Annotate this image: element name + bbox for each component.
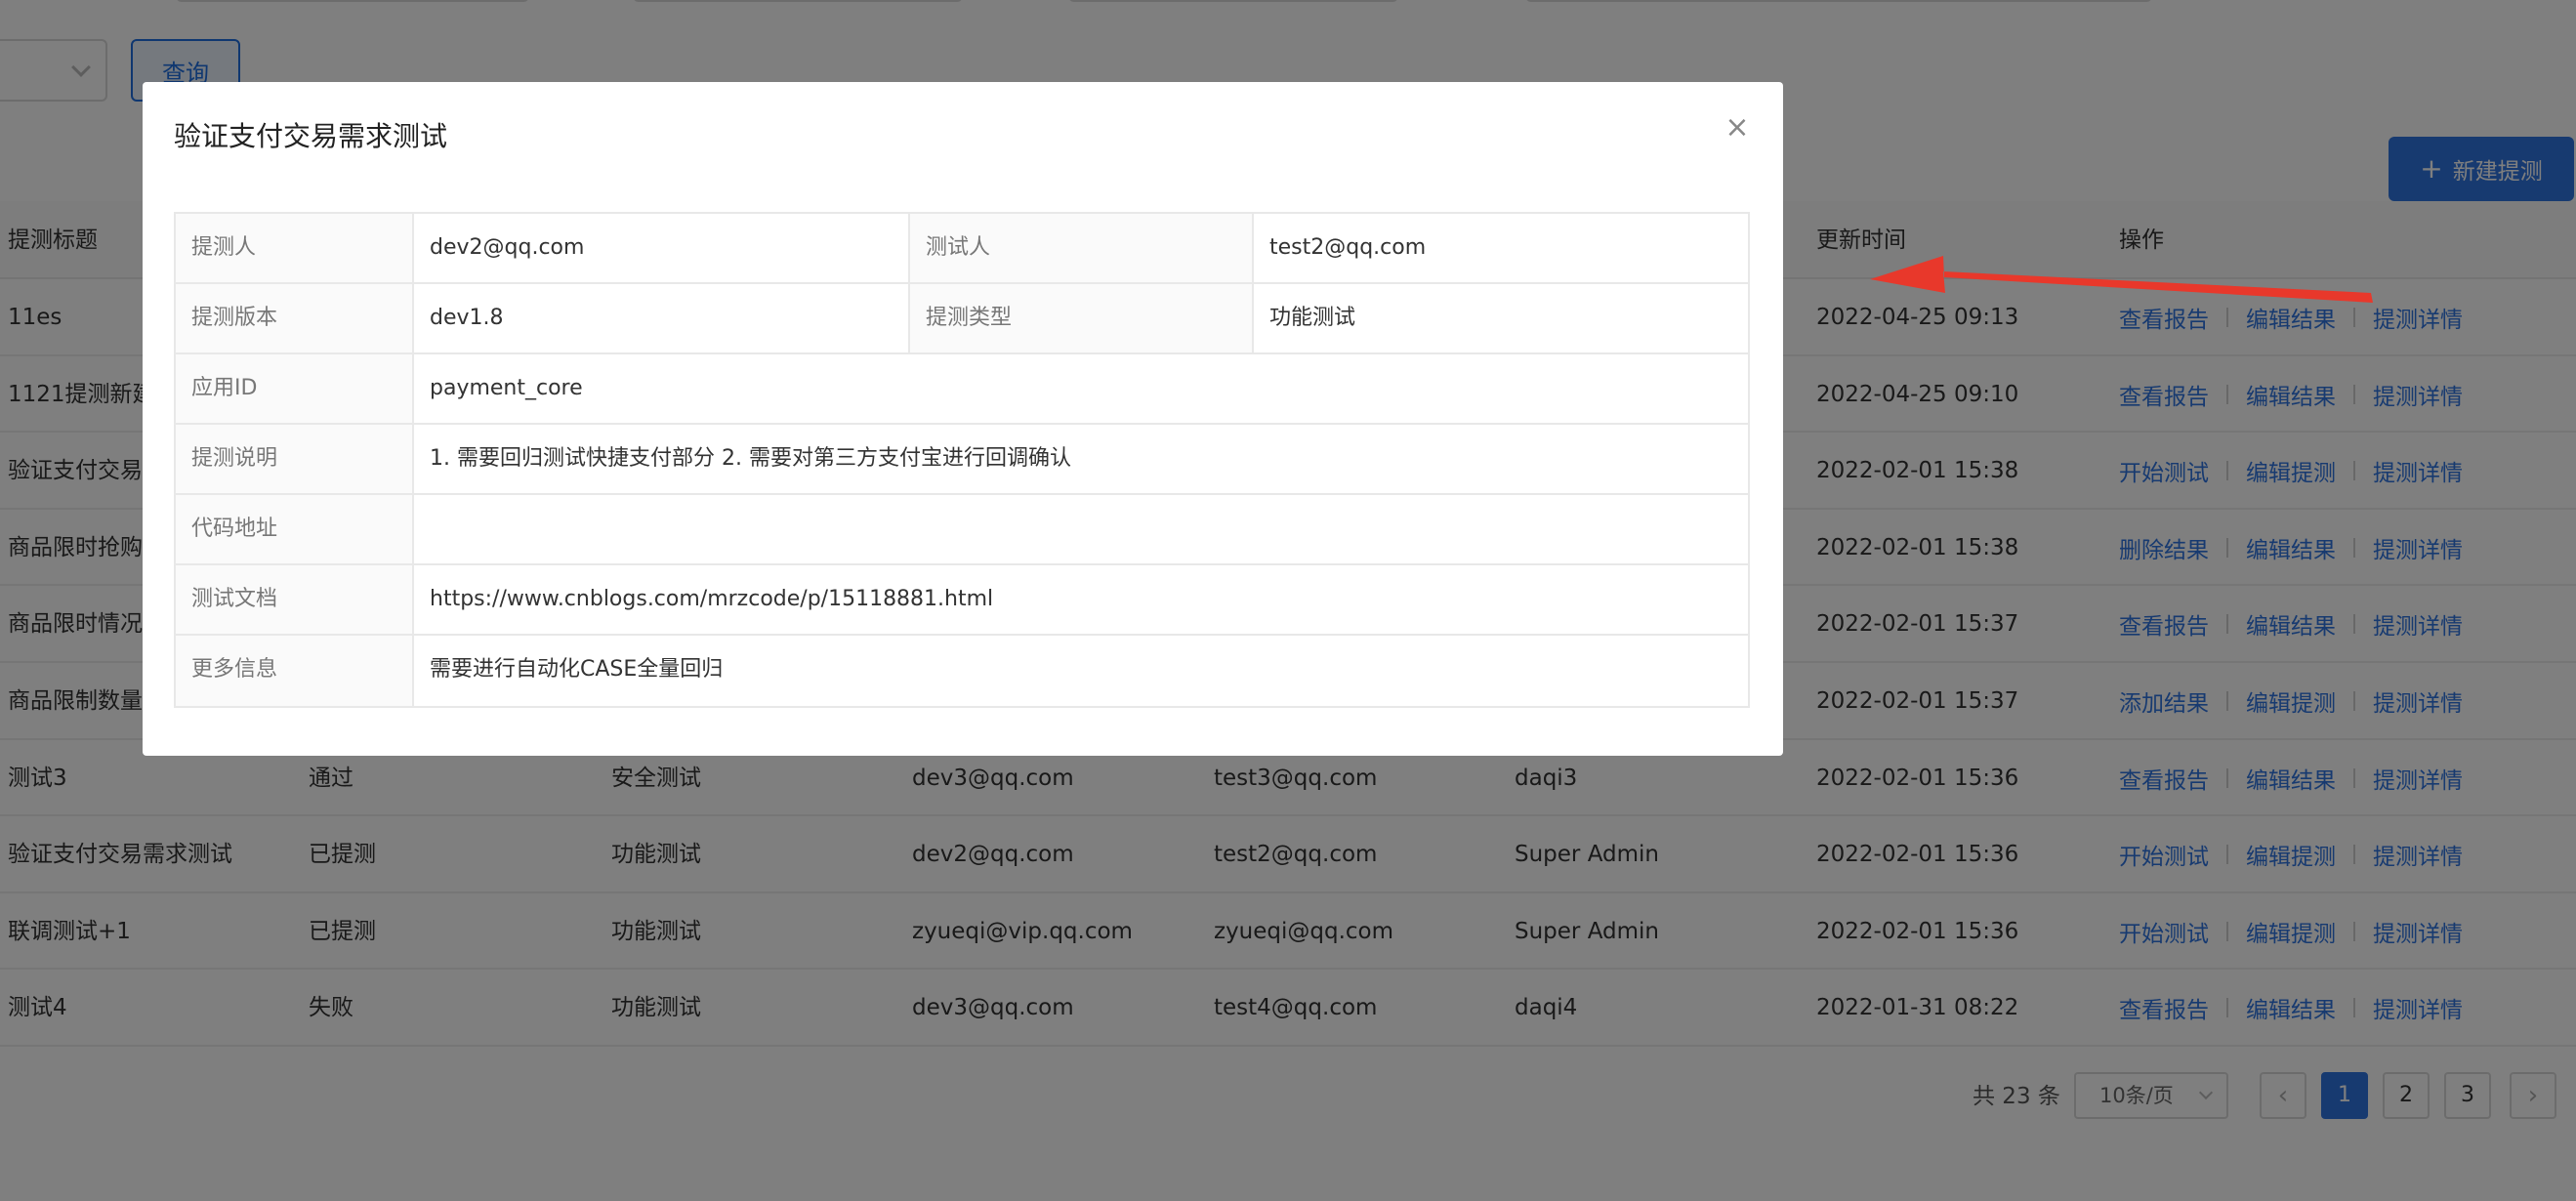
- modal-title: 验证支付交易需求测试: [174, 120, 448, 152]
- detail-row: 代码地址: [176, 495, 1748, 565]
- appid-value: payment_core: [430, 376, 583, 400]
- dev-label: 提测人: [176, 214, 414, 282]
- page: 查询 + 新建提测 提测标题 更新时间 操作 11es2022-04-25 09…: [0, 0, 2576, 1201]
- tester-label: 测试人: [910, 214, 1254, 282]
- code-address-label: 代码地址: [176, 495, 414, 563]
- detail-row: 测试文档 https://www.cnblogs.com/mrzcode/p/1…: [176, 565, 1748, 636]
- more-info-value: 需要进行自动化CASE全量回归: [430, 657, 724, 682]
- test-doc-label: 测试文档: [176, 565, 414, 634]
- close-icon[interactable]: ×: [1721, 111, 1754, 145]
- description-value: 1. 需要回归测试快捷支付部分 2. 需要对第三方支付宝进行回调确认: [430, 446, 1071, 471]
- detail-row: 提测人 dev2@qq.com 测试人 test2@qq.com: [176, 214, 1748, 284]
- detail-modal: 验证支付交易需求测试 × 提测人 dev2@qq.com 测试人 test2@q…: [143, 82, 1783, 756]
- description-label: 提测说明: [176, 425, 414, 493]
- version-label: 提测版本: [176, 284, 414, 352]
- detail-row: 提测说明 1. 需要回归测试快捷支付部分 2. 需要对第三方支付宝进行回调确认: [176, 425, 1748, 495]
- type-value: 功能测试: [1269, 306, 1356, 330]
- code-address-value: [414, 495, 1748, 563]
- appid-label: 应用ID: [176, 354, 414, 423]
- detail-row: 更多信息 需要进行自动化CASE全量回归: [176, 636, 1748, 706]
- detail-row: 提测版本 dev1.8 提测类型 功能测试: [176, 284, 1748, 354]
- detail-descriptions: 提测人 dev2@qq.com 测试人 test2@qq.com 提测版本 de…: [174, 212, 1750, 708]
- type-label: 提测类型: [910, 284, 1254, 352]
- tester-value: test2@qq.com: [1269, 235, 1427, 260]
- detail-row: 应用ID payment_core: [176, 354, 1748, 425]
- dev-value: dev2@qq.com: [414, 214, 910, 282]
- version-value: dev1.8: [414, 284, 910, 352]
- more-info-label: 更多信息: [176, 636, 414, 706]
- test-doc-link[interactable]: https://www.cnblogs.com/mrzcode/p/151188…: [414, 565, 1748, 634]
